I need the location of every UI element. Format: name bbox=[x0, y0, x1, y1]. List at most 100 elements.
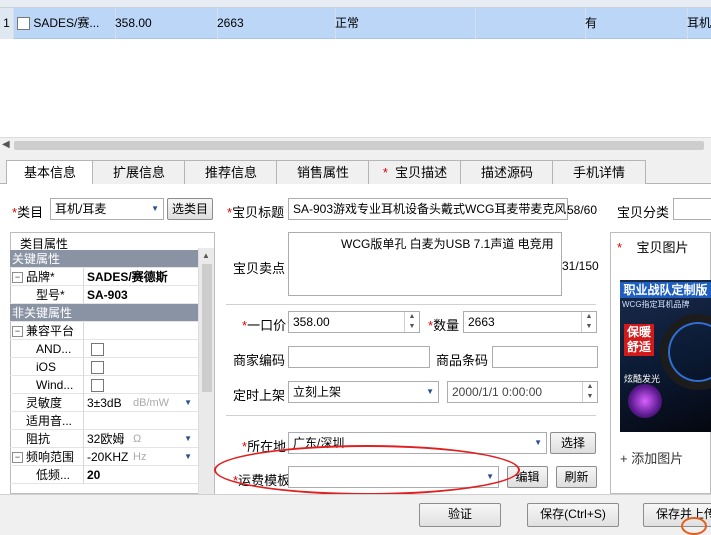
collapse-icon[interactable]: − bbox=[12, 452, 23, 464]
title-input[interactable]: SA-903游戏专业耳机设备头戴式WCG耳麦带麦克风cf bbox=[288, 198, 568, 220]
tab-mobile-detail[interactable]: 手机详情 bbox=[552, 160, 646, 185]
props-unit-select[interactable]: Ω bbox=[133, 430, 141, 448]
category-select[interactable]: 耳机/耳麦 ▼ bbox=[50, 198, 164, 220]
barcode-input[interactable] bbox=[492, 346, 598, 368]
bottom-bar: 验证 保存(Ctrl+S) 保存并上传 bbox=[0, 494, 711, 535]
merchant-code-input[interactable] bbox=[288, 346, 430, 368]
props-row[interactable]: 阻抗 32欧姆 Ω ▼ bbox=[10, 430, 198, 448]
row-title-cell[interactable]: SADES/赛... bbox=[13, 8, 116, 39]
props-key-text: iOS bbox=[36, 360, 57, 374]
props-checkbox[interactable] bbox=[91, 379, 104, 393]
props-row[interactable]: 型号* SA-903 bbox=[10, 286, 198, 304]
add-image-link[interactable]: + 添加图片 bbox=[620, 448, 683, 467]
product-image[interactable]: 职业战队定制版 WCG指定耳机品牌 保暖舒适 炫酷发光 bbox=[620, 280, 711, 432]
props-value-text bbox=[85, 414, 87, 428]
props-value[interactable] bbox=[85, 376, 198, 394]
listing-time-spinner[interactable]: ▲ ▼ bbox=[582, 382, 597, 402]
qty-input[interactable]: 2663 ▲ ▼ bbox=[463, 311, 597, 333]
scroll-left-icon[interactable]: ◀ bbox=[2, 139, 10, 150]
title-char-count: 58/60 bbox=[567, 203, 598, 217]
props-key-text: 阻抗 bbox=[26, 432, 51, 446]
select-category-button[interactable]: 选类目 bbox=[167, 198, 213, 220]
props-vertical-scrollbar[interactable]: ▲ bbox=[198, 248, 214, 494]
row-qty[interactable]: 2663 bbox=[213, 8, 336, 39]
row-price[interactable]: 358.00 bbox=[111, 8, 218, 39]
annotation-ellipse bbox=[214, 445, 520, 495]
props-value[interactable]: -20KHZ Hz ▼ bbox=[85, 448, 198, 466]
props-key-text: 兼容平台 bbox=[26, 324, 75, 338]
image-panel-label: * 宝贝图片 bbox=[617, 240, 689, 255]
scrollbar-thumb[interactable] bbox=[14, 141, 704, 150]
props-row[interactable]: − 频响范围 -20KHZ Hz ▼ bbox=[10, 448, 198, 466]
tab-recommend-info[interactable]: 推荐信息 bbox=[184, 160, 278, 185]
props-row[interactable]: AND... bbox=[10, 340, 198, 358]
props-checkbox[interactable] bbox=[91, 343, 104, 357]
image-sub-text: WCG指定耳机品牌 bbox=[622, 300, 690, 309]
price-spinner[interactable]: ▲ ▼ bbox=[404, 312, 419, 332]
refresh-button[interactable]: 刷新 bbox=[556, 466, 597, 488]
props-value[interactable]: 32欧姆 Ω ▼ bbox=[85, 430, 198, 448]
tab-sales-attr[interactable]: 销售属性 bbox=[276, 160, 370, 185]
props-value-text: 3±3dB bbox=[87, 396, 122, 410]
props-value[interactable]: SADES/赛德斯 bbox=[85, 268, 198, 286]
save-button[interactable]: 保存(Ctrl+S) bbox=[527, 503, 619, 527]
props-value[interactable]: 20 bbox=[85, 466, 198, 484]
props-row[interactable]: − 品牌* SADES/赛德斯 bbox=[10, 268, 198, 286]
props-key: 型号* bbox=[10, 286, 84, 304]
props-value[interactable] bbox=[85, 340, 198, 358]
props-unit-select[interactable]: dB/mW bbox=[133, 394, 169, 412]
horizontal-scrollbar[interactable]: ◀ bbox=[0, 137, 711, 153]
select-location-button[interactable]: 选择 bbox=[550, 432, 596, 454]
row-checkbox[interactable] bbox=[17, 17, 30, 31]
props-value[interactable] bbox=[85, 358, 198, 376]
props-row[interactable]: Wind... bbox=[10, 376, 198, 394]
selling-point-label: 宝贝卖点 bbox=[233, 261, 286, 276]
props-value[interactable] bbox=[85, 322, 198, 340]
props-row[interactable]: iOS bbox=[10, 358, 198, 376]
props-row[interactable]: − 兼容平台 bbox=[10, 322, 198, 340]
listing-label: 定时上架 bbox=[233, 388, 286, 403]
row-tail[interactable]: 耳机 bbox=[683, 8, 711, 39]
props-key-text: AND... bbox=[36, 342, 72, 356]
props-row[interactable]: 灵敏度 3±3dB dB/mW ▼ bbox=[10, 394, 198, 412]
scroll-up-icon[interactable]: ▲ bbox=[202, 251, 210, 260]
selling-point-char-count: 31/150 bbox=[562, 259, 599, 273]
chevron-down-icon[interactable]: ▼ bbox=[184, 394, 192, 412]
category-label: *类目 bbox=[12, 205, 44, 220]
props-key-text: 品牌* bbox=[26, 270, 55, 284]
verify-button[interactable]: 验证 bbox=[419, 503, 501, 527]
props-scroll-thumb[interactable] bbox=[202, 264, 212, 392]
listing-select[interactable]: 立刻上架 ▼ bbox=[288, 381, 439, 403]
props-row[interactable]: 低频... 20 bbox=[10, 466, 198, 484]
annotation-mark bbox=[681, 517, 707, 535]
price-input[interactable]: 358.00 ▲ ▼ bbox=[288, 311, 420, 333]
props-key: 灵敏度 bbox=[10, 394, 84, 412]
tab-basic-info[interactable]: 基本信息 bbox=[6, 160, 94, 186]
chevron-down-icon[interactable]: ▼ bbox=[184, 430, 192, 448]
tab-description-source[interactable]: 描述源码 bbox=[460, 160, 554, 185]
props-value[interactable] bbox=[85, 412, 198, 430]
listing-time-input[interactable]: 2000/1/1 0:00:00 ▲ ▼ bbox=[447, 381, 598, 403]
image-tag-text: 保暖舒适 bbox=[624, 324, 654, 356]
props-unit-select[interactable]: Hz bbox=[133, 448, 146, 466]
collapse-icon[interactable]: − bbox=[12, 326, 23, 338]
props-key: − 兼容平台 bbox=[10, 322, 84, 340]
chevron-down-icon[interactable]: ▼ bbox=[184, 448, 192, 466]
shop-category-select[interactable] bbox=[673, 198, 711, 220]
props-key: 适用音... bbox=[10, 412, 84, 430]
qty-spinner[interactable]: ▲ ▼ bbox=[581, 312, 596, 332]
table-row[interactable]: 1 SADES/赛... 358.00 2663 正常 有 耳机 bbox=[0, 8, 711, 39]
props-group-header: 关键属性 bbox=[10, 250, 198, 268]
props-value[interactable]: SA-903 bbox=[85, 286, 198, 304]
row-status[interactable]: 正常 bbox=[331, 8, 476, 39]
selling-point-textarea[interactable]: WCG版单孔 白麦为USB 7.1声道 电竞用 bbox=[288, 232, 562, 296]
props-value[interactable]: 3±3dB dB/mW ▼ bbox=[85, 394, 198, 412]
tab-extended-info[interactable]: 扩展信息 bbox=[92, 160, 186, 185]
collapse-icon[interactable]: − bbox=[12, 272, 23, 284]
row-blank bbox=[471, 8, 586, 39]
chevron-down-icon: ▼ bbox=[151, 204, 159, 213]
row-flag[interactable]: 有 bbox=[581, 8, 688, 39]
tab-description[interactable]: * 宝贝描述 bbox=[368, 160, 462, 185]
props-checkbox[interactable] bbox=[91, 361, 104, 375]
props-row[interactable]: 适用音... bbox=[10, 412, 198, 430]
